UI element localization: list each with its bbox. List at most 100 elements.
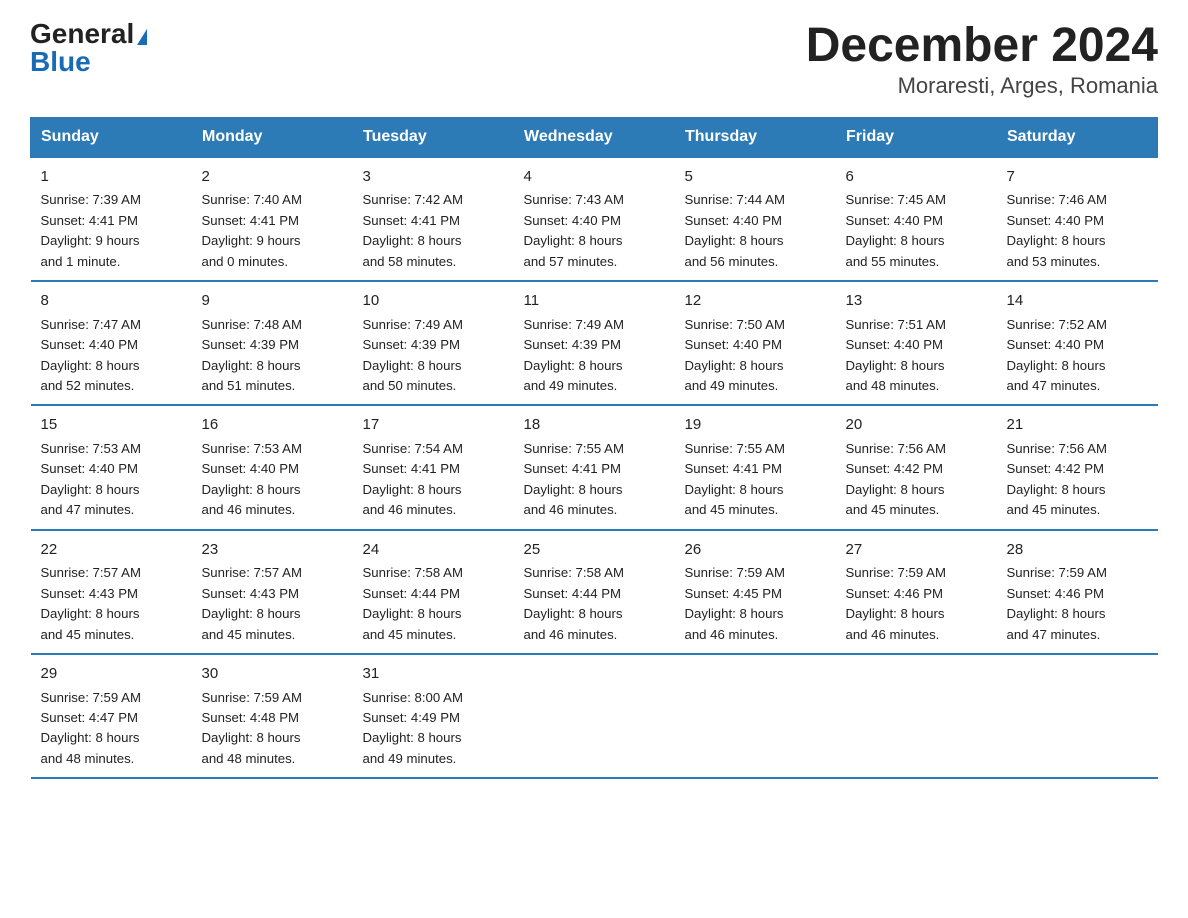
calendar-cell: 7Sunrise: 7:46 AM Sunset: 4:40 PM Daylig… xyxy=(997,157,1158,281)
calendar-cell: 10Sunrise: 7:49 AM Sunset: 4:39 PM Dayli… xyxy=(353,281,514,405)
day-info: Sunrise: 7:45 AM Sunset: 4:40 PM Dayligh… xyxy=(846,190,987,272)
day-number: 14 xyxy=(1007,290,1148,313)
day-info: Sunrise: 7:59 AM Sunset: 4:45 PM Dayligh… xyxy=(685,563,826,645)
title-block: December 2024 Moraresti, Arges, Romania xyxy=(806,20,1158,99)
day-info: Sunrise: 7:53 AM Sunset: 4:40 PM Dayligh… xyxy=(41,439,182,521)
header-cell-thursday: Thursday xyxy=(675,117,836,157)
day-info: Sunrise: 7:59 AM Sunset: 4:48 PM Dayligh… xyxy=(202,688,343,770)
calendar-cell: 22Sunrise: 7:57 AM Sunset: 4:43 PM Dayli… xyxy=(31,530,192,654)
calendar-cell: 2Sunrise: 7:40 AM Sunset: 4:41 PM Daylig… xyxy=(192,157,353,281)
page-subtitle: Moraresti, Arges, Romania xyxy=(806,73,1158,99)
calendar-cell: 4Sunrise: 7:43 AM Sunset: 4:40 PM Daylig… xyxy=(514,157,675,281)
calendar-cell xyxy=(997,654,1158,778)
header-cell-friday: Friday xyxy=(836,117,997,157)
day-info: Sunrise: 7:42 AM Sunset: 4:41 PM Dayligh… xyxy=(363,190,504,272)
header-cell-saturday: Saturday xyxy=(997,117,1158,157)
day-number: 1 xyxy=(41,166,182,189)
day-info: Sunrise: 7:49 AM Sunset: 4:39 PM Dayligh… xyxy=(363,315,504,397)
day-number: 7 xyxy=(1007,166,1148,189)
calendar-cell: 12Sunrise: 7:50 AM Sunset: 4:40 PM Dayli… xyxy=(675,281,836,405)
calendar-cell xyxy=(836,654,997,778)
logo-blue-text: Blue xyxy=(30,46,91,77)
calendar-cell: 8Sunrise: 7:47 AM Sunset: 4:40 PM Daylig… xyxy=(31,281,192,405)
day-info: Sunrise: 7:47 AM Sunset: 4:40 PM Dayligh… xyxy=(41,315,182,397)
day-info: Sunrise: 7:49 AM Sunset: 4:39 PM Dayligh… xyxy=(524,315,665,397)
day-number: 30 xyxy=(202,663,343,686)
day-info: Sunrise: 7:50 AM Sunset: 4:40 PM Dayligh… xyxy=(685,315,826,397)
week-row-2: 8Sunrise: 7:47 AM Sunset: 4:40 PM Daylig… xyxy=(31,281,1158,405)
day-info: Sunrise: 7:46 AM Sunset: 4:40 PM Dayligh… xyxy=(1007,190,1148,272)
day-number: 25 xyxy=(524,539,665,562)
calendar-cell: 31Sunrise: 8:00 AM Sunset: 4:49 PM Dayli… xyxy=(353,654,514,778)
day-number: 29 xyxy=(41,663,182,686)
calendar-cell: 6Sunrise: 7:45 AM Sunset: 4:40 PM Daylig… xyxy=(836,157,997,281)
calendar-cell: 26Sunrise: 7:59 AM Sunset: 4:45 PM Dayli… xyxy=(675,530,836,654)
calendar-header: SundayMondayTuesdayWednesdayThursdayFrid… xyxy=(31,117,1158,157)
day-number: 21 xyxy=(1007,414,1148,437)
day-info: Sunrise: 7:43 AM Sunset: 4:40 PM Dayligh… xyxy=(524,190,665,272)
day-info: Sunrise: 7:56 AM Sunset: 4:42 PM Dayligh… xyxy=(1007,439,1148,521)
day-info: Sunrise: 7:59 AM Sunset: 4:46 PM Dayligh… xyxy=(1007,563,1148,645)
day-info: Sunrise: 7:40 AM Sunset: 4:41 PM Dayligh… xyxy=(202,190,343,272)
header-cell-tuesday: Tuesday xyxy=(353,117,514,157)
day-info: Sunrise: 7:57 AM Sunset: 4:43 PM Dayligh… xyxy=(202,563,343,645)
day-info: Sunrise: 7:52 AM Sunset: 4:40 PM Dayligh… xyxy=(1007,315,1148,397)
day-number: 18 xyxy=(524,414,665,437)
day-number: 5 xyxy=(685,166,826,189)
day-number: 13 xyxy=(846,290,987,313)
logo: General Blue xyxy=(30,20,147,76)
day-number: 6 xyxy=(846,166,987,189)
calendar-table: SundayMondayTuesdayWednesdayThursdayFrid… xyxy=(30,117,1158,780)
day-number: 20 xyxy=(846,414,987,437)
day-number: 4 xyxy=(524,166,665,189)
header-cell-wednesday: Wednesday xyxy=(514,117,675,157)
day-number: 12 xyxy=(685,290,826,313)
day-number: 16 xyxy=(202,414,343,437)
calendar-cell: 13Sunrise: 7:51 AM Sunset: 4:40 PM Dayli… xyxy=(836,281,997,405)
page-title: December 2024 xyxy=(806,20,1158,73)
day-info: Sunrise: 8:00 AM Sunset: 4:49 PM Dayligh… xyxy=(363,688,504,770)
calendar-cell: 11Sunrise: 7:49 AM Sunset: 4:39 PM Dayli… xyxy=(514,281,675,405)
week-row-5: 29Sunrise: 7:59 AM Sunset: 4:47 PM Dayli… xyxy=(31,654,1158,778)
day-number: 24 xyxy=(363,539,504,562)
day-number: 27 xyxy=(846,539,987,562)
calendar-cell: 23Sunrise: 7:57 AM Sunset: 4:43 PM Dayli… xyxy=(192,530,353,654)
logo-general-text: General xyxy=(30,18,134,49)
calendar-body: 1Sunrise: 7:39 AM Sunset: 4:41 PM Daylig… xyxy=(31,157,1158,779)
logo-line2: Blue xyxy=(30,48,91,76)
day-number: 11 xyxy=(524,290,665,313)
day-number: 26 xyxy=(685,539,826,562)
calendar-cell: 24Sunrise: 7:58 AM Sunset: 4:44 PM Dayli… xyxy=(353,530,514,654)
day-number: 9 xyxy=(202,290,343,313)
logo-triangle-icon xyxy=(137,29,147,45)
day-number: 17 xyxy=(363,414,504,437)
day-number: 31 xyxy=(363,663,504,686)
calendar-cell: 14Sunrise: 7:52 AM Sunset: 4:40 PM Dayli… xyxy=(997,281,1158,405)
day-info: Sunrise: 7:44 AM Sunset: 4:40 PM Dayligh… xyxy=(685,190,826,272)
day-number: 28 xyxy=(1007,539,1148,562)
calendar-cell: 17Sunrise: 7:54 AM Sunset: 4:41 PM Dayli… xyxy=(353,405,514,529)
calendar-cell: 19Sunrise: 7:55 AM Sunset: 4:41 PM Dayli… xyxy=(675,405,836,529)
page-header: General Blue December 2024 Moraresti, Ar… xyxy=(30,20,1158,99)
day-info: Sunrise: 7:56 AM Sunset: 4:42 PM Dayligh… xyxy=(846,439,987,521)
calendar-cell: 27Sunrise: 7:59 AM Sunset: 4:46 PM Dayli… xyxy=(836,530,997,654)
day-info: Sunrise: 7:39 AM Sunset: 4:41 PM Dayligh… xyxy=(41,190,182,272)
day-info: Sunrise: 7:54 AM Sunset: 4:41 PM Dayligh… xyxy=(363,439,504,521)
day-info: Sunrise: 7:58 AM Sunset: 4:44 PM Dayligh… xyxy=(524,563,665,645)
calendar-cell: 9Sunrise: 7:48 AM Sunset: 4:39 PM Daylig… xyxy=(192,281,353,405)
week-row-3: 15Sunrise: 7:53 AM Sunset: 4:40 PM Dayli… xyxy=(31,405,1158,529)
day-info: Sunrise: 7:59 AM Sunset: 4:47 PM Dayligh… xyxy=(41,688,182,770)
calendar-cell: 29Sunrise: 7:59 AM Sunset: 4:47 PM Dayli… xyxy=(31,654,192,778)
day-number: 23 xyxy=(202,539,343,562)
week-row-4: 22Sunrise: 7:57 AM Sunset: 4:43 PM Dayli… xyxy=(31,530,1158,654)
calendar-cell: 16Sunrise: 7:53 AM Sunset: 4:40 PM Dayli… xyxy=(192,405,353,529)
calendar-cell: 21Sunrise: 7:56 AM Sunset: 4:42 PM Dayli… xyxy=(997,405,1158,529)
calendar-cell: 15Sunrise: 7:53 AM Sunset: 4:40 PM Dayli… xyxy=(31,405,192,529)
day-info: Sunrise: 7:55 AM Sunset: 4:41 PM Dayligh… xyxy=(524,439,665,521)
header-cell-sunday: Sunday xyxy=(31,117,192,157)
day-info: Sunrise: 7:51 AM Sunset: 4:40 PM Dayligh… xyxy=(846,315,987,397)
calendar-cell: 20Sunrise: 7:56 AM Sunset: 4:42 PM Dayli… xyxy=(836,405,997,529)
calendar-cell: 18Sunrise: 7:55 AM Sunset: 4:41 PM Dayli… xyxy=(514,405,675,529)
day-number: 15 xyxy=(41,414,182,437)
day-info: Sunrise: 7:58 AM Sunset: 4:44 PM Dayligh… xyxy=(363,563,504,645)
